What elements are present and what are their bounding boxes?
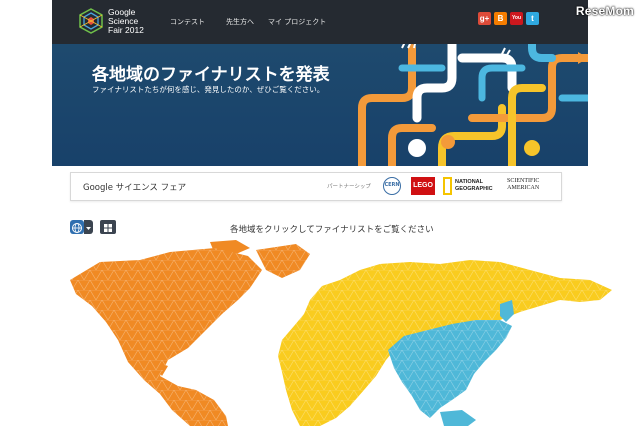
natgeo-line-2: GEOGRAPHIC [455, 185, 493, 192]
page: Google Science Fair 2012 コンテスト 先生方へ マイ プ… [0, 0, 640, 426]
nav-teachers[interactable]: 先生方へ [226, 17, 254, 27]
hero-title: 各地域のファイナリストを発表 [92, 65, 330, 85]
twitter-icon[interactable]: t [526, 12, 539, 25]
hero-banner: 各地域のファイナリストを発表 ファイナリストたちが何を感じ、発見したのか、ぜひご… [52, 44, 588, 166]
google-science-fair-title: Google サイエンス フェア [83, 183, 187, 193]
nav-contest[interactable]: コンテスト [170, 17, 205, 27]
sciam-logo[interactable]: SCIENTIFIC AMERICAN [507, 178, 539, 192]
logo-text[interactable]: Google Science Fair 2012 [108, 8, 144, 35]
world-map [70, 240, 612, 426]
globe-icon [72, 223, 82, 233]
grid-icon [104, 224, 112, 232]
hero-illustration [358, 44, 588, 166]
partnership-label: パートナーシップ [327, 184, 371, 190]
natgeo-logo-text[interactable]: NATIONAL GEOGRAPHIC [455, 179, 493, 192]
view-dropdown[interactable] [84, 220, 93, 234]
natgeo-logo-icon[interactable] [443, 177, 452, 195]
youtube-icon[interactable]: You [510, 12, 523, 25]
google-plus-icon[interactable]: g+ [478, 12, 491, 25]
region-americas[interactable] [70, 240, 262, 426]
map-title: 各地域をクリックしてファイナリストをご覧ください [230, 225, 434, 235]
cern-logo[interactable]: CERN [383, 177, 401, 195]
nav-my-project[interactable]: マイ プロジェクト [268, 17, 326, 27]
globe-view-button[interactable] [70, 220, 84, 234]
sciam-line-2: AMERICAN [507, 185, 540, 191]
blogger-icon[interactable]: B [494, 12, 507, 25]
logo-line-3: Fair 2012 [108, 25, 144, 35]
resemom-watermark: ReseMom [575, 4, 634, 18]
sciam-line-1: SCIENTIFIC [507, 178, 540, 184]
grid-view-button[interactable] [100, 220, 116, 234]
partners-bar: Google サイエンス フェア パートナーシップ CERN LEGO NATI… [70, 172, 562, 201]
chevron-down-icon [86, 227, 91, 230]
science-fair-logo-icon[interactable] [78, 8, 104, 34]
lego-logo[interactable]: LEGO [411, 177, 435, 195]
hero-subtitle: ファイナリストたちが何を感じ、発見したのか、ぜひご覧ください。 [92, 85, 325, 94]
